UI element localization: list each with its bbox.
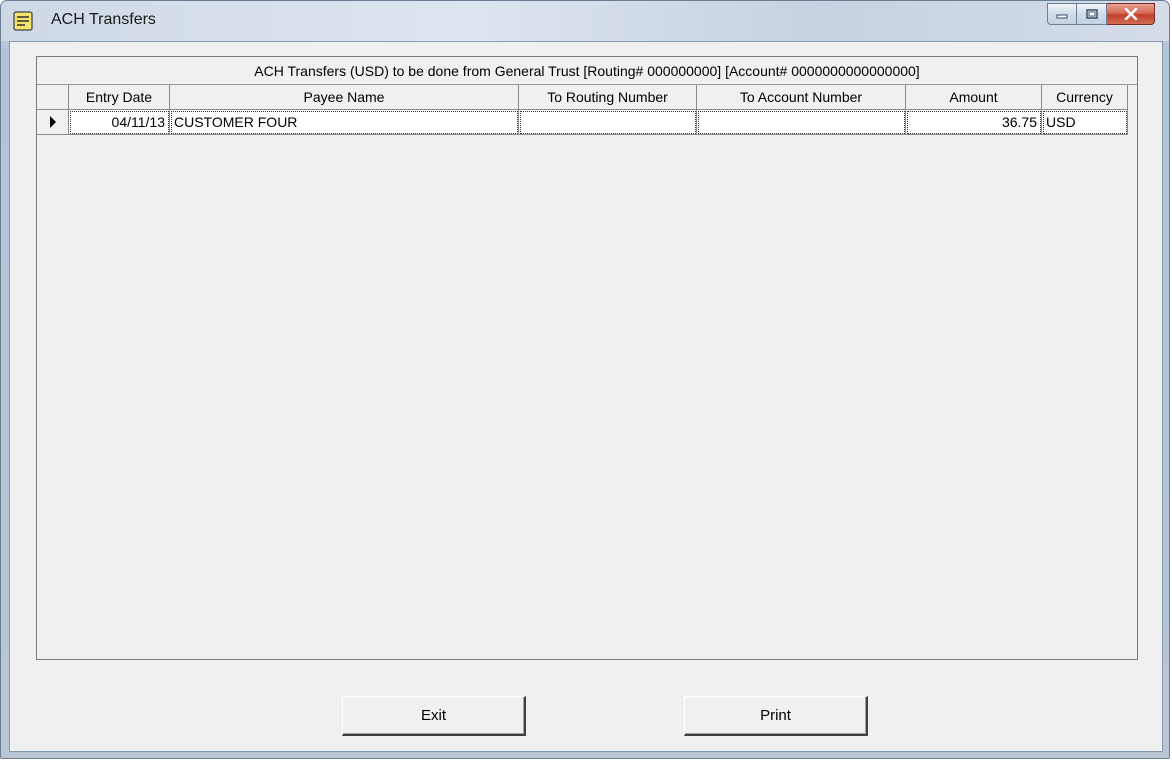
cell-amount[interactable]: 36.75 (906, 110, 1042, 135)
row-selector[interactable] (37, 110, 69, 135)
notepad-list-icon (13, 11, 33, 31)
minimize-button[interactable] (1047, 3, 1077, 25)
column-header-row: Entry Date Payee Name To Routing Number … (37, 85, 1128, 110)
grid-caption: ACH Transfers (USD) to be done from Gene… (37, 57, 1137, 85)
maximize-icon (1085, 9, 1098, 19)
column-header-currency[interactable]: Currency (1042, 85, 1128, 110)
minimize-icon (1056, 14, 1068, 19)
cell-to-routing-number[interactable] (519, 110, 697, 135)
title-bar[interactable]: ACH Transfers (1, 1, 1169, 41)
column-header-entry-date[interactable]: Entry Date (69, 85, 170, 110)
exit-button[interactable]: Exit (342, 696, 526, 736)
cell-currency[interactable]: USD (1042, 110, 1128, 135)
cell-entry-date[interactable]: 04/11/13 (69, 110, 170, 135)
table-row[interactable]: 04/11/13 CUSTOMER FOUR 36.75 USD (37, 110, 1128, 135)
app-window: ACH Transfers ACH Transfers (USD) to be … (0, 0, 1170, 759)
maximize-button[interactable] (1077, 3, 1107, 25)
cell-to-account-number[interactable] (697, 110, 906, 135)
window-controls (1047, 3, 1155, 25)
column-header-payee-name[interactable]: Payee Name (170, 85, 519, 110)
close-button[interactable] (1107, 3, 1155, 25)
row-header-corner (37, 85, 69, 110)
column-header-to-account-number[interactable]: To Account Number (697, 85, 906, 110)
window-client-area: ACH Transfers (USD) to be done from Gene… (9, 41, 1163, 752)
ach-transfers-grid[interactable]: ACH Transfers (USD) to be done from Gene… (36, 56, 1138, 660)
cell-payee-name[interactable]: CUSTOMER FOUR (170, 110, 519, 135)
window-title: ACH Transfers (51, 11, 156, 28)
close-icon (1124, 8, 1137, 20)
current-row-arrow-icon (49, 116, 56, 128)
print-button[interactable]: Print (684, 696, 868, 736)
column-header-to-routing-number[interactable]: To Routing Number (519, 85, 697, 110)
column-header-amount[interactable]: Amount (906, 85, 1042, 110)
